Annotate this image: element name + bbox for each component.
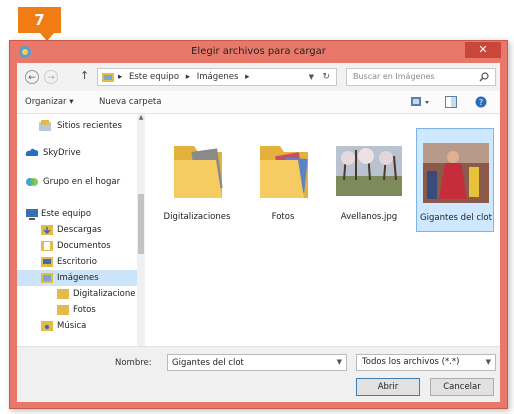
- sidebar-item-label: Grupo en el hogar: [43, 177, 121, 187]
- recent-places-icon: [39, 120, 51, 131]
- downloads-folder-icon: [41, 225, 53, 235]
- view-options-icon[interactable]: [411, 96, 431, 108]
- avellanos-photo-thumbnail: [336, 146, 402, 196]
- breadcrumb-este-equipo[interactable]: Este equipo: [129, 72, 179, 82]
- title-bar[interactable]: Elegir archivos para cargar ✕: [10, 41, 507, 63]
- dialog-footer: Nombre: ▼ Todos los archivos (*.*) ▼ Abr…: [17, 346, 500, 402]
- breadcrumb-separator: ▸: [118, 72, 123, 82]
- window-title: Elegir archivos para cargar: [191, 46, 326, 57]
- pictures-folder-icon: [102, 73, 114, 82]
- scroll-thumb[interactable]: [138, 194, 144, 254]
- open-button[interactable]: Abrir: [356, 378, 420, 396]
- photos-folder-thumbnail: [260, 146, 308, 198]
- command-toolbar: Organizar ▾ Nueva carpeta ?: [17, 91, 500, 114]
- file-type-value: Todos los archivos (*.*): [362, 357, 460, 367]
- sidebar-item-imagenes[interactable]: Imágenes: [17, 270, 137, 286]
- desktop-folder-icon: [41, 257, 53, 267]
- sidebar-item-skydrive[interactable]: SkyDrive: [17, 145, 137, 161]
- sidebar-item-recent-places[interactable]: Sitios recientes: [17, 118, 137, 134]
- file-item-fotos[interactable]: Fotos: [244, 128, 322, 232]
- forward-button[interactable]: →: [44, 70, 58, 84]
- scroll-up-icon[interactable]: ▲: [137, 114, 145, 122]
- filename-combobox[interactable]: ▼: [167, 354, 347, 371]
- documents-folder-icon: [41, 241, 53, 251]
- sidebar-item-fotos[interactable]: Fotos: [17, 302, 137, 318]
- folder-icon: [57, 289, 69, 299]
- preview-pane-icon[interactable]: [445, 96, 457, 108]
- navigation-pane: Sitios recientes SkyDrive Grupo en el ho…: [17, 114, 144, 346]
- file-name: Avellanos.jpg: [340, 212, 398, 222]
- homegroup-icon: [26, 178, 38, 186]
- close-button[interactable]: ✕: [465, 42, 501, 58]
- back-button[interactable]: ←: [25, 70, 39, 84]
- help-icon[interactable]: ?: [475, 96, 487, 108]
- organize-menu[interactable]: Organizar ▾: [25, 91, 74, 113]
- search-icon[interactable]: [479, 72, 489, 82]
- svg-text:?: ?: [479, 98, 483, 107]
- sidebar-item-label: Este equipo: [41, 209, 92, 219]
- sidebar-item-label: Música: [57, 321, 87, 331]
- file-name: Digitalizaciones: [163, 212, 231, 222]
- new-folder-button[interactable]: Nueva carpeta: [99, 91, 161, 113]
- scan-folder-thumbnail: [174, 146, 223, 198]
- step-number-badge: 7: [18, 7, 61, 33]
- sidebar-item-label: Fotos: [73, 305, 96, 315]
- folder-icon: [57, 305, 69, 315]
- refresh-icon[interactable]: ↻: [322, 69, 330, 85]
- file-name: Fotos: [271, 212, 295, 222]
- sidebar-item-label: Imágenes: [57, 273, 99, 283]
- sidebar-item-este-equipo[interactable]: Este equipo: [17, 206, 137, 222]
- file-list: Digitalizaciones Fotos Avellanos.jpg Gig…: [148, 114, 500, 346]
- sidebar-item-documentos[interactable]: Documentos: [17, 238, 137, 254]
- sidebar-item-label: Escritorio: [57, 257, 97, 267]
- breadcrumb-imagenes[interactable]: Imágenes: [197, 72, 239, 82]
- file-name: Gigantes del clot: [420, 213, 492, 223]
- file-item-avellanos[interactable]: Avellanos.jpg: [330, 128, 408, 232]
- up-button[interactable]: ↑: [80, 69, 89, 82]
- dialog-body: ← → ↑ ▸ Este equipo ▸ Imágenes ▸ ▼ ↻ Bus…: [17, 63, 500, 402]
- sidebar-item-descargas[interactable]: Descargas: [17, 222, 137, 238]
- computer-icon: [26, 209, 38, 220]
- sidebar-item-escritorio[interactable]: Escritorio: [17, 254, 137, 270]
- sidebar-item-label: Digitalizacione: [73, 289, 136, 299]
- file-item-gigantes-del-clot[interactable]: Gigantes del clot: [416, 128, 494, 232]
- cancel-button[interactable]: Cancelar: [430, 378, 494, 396]
- sidebar-item-musica[interactable]: Música: [17, 318, 137, 334]
- sidebar-item-label: Sitios recientes: [57, 121, 122, 131]
- search-box[interactable]: Buscar en Imágenes: [346, 68, 496, 86]
- address-bar: ← → ↑ ▸ Este equipo ▸ Imágenes ▸ ▼ ↻ Bus…: [17, 63, 500, 91]
- sidebar-item-homegroup[interactable]: Grupo en el hogar: [17, 174, 137, 190]
- search-placeholder: Buscar en Imágenes: [353, 72, 435, 81]
- file-item-digitalizaciones[interactable]: Digitalizaciones: [158, 128, 236, 232]
- chevron-down-icon[interactable]: ▼: [486, 355, 491, 370]
- history-dropdown-icon[interactable]: ▼: [309, 69, 314, 85]
- breadcrumb-separator: ▸: [185, 72, 191, 82]
- breadcrumb-separator: ▸: [245, 72, 250, 82]
- file-type-select[interactable]: Todos los archivos (*.*) ▼: [356, 354, 496, 371]
- pictures-folder-icon: [41, 273, 53, 283]
- sidebar-item-digitalizaciones[interactable]: Digitalizacione: [17, 286, 137, 302]
- gigantes-photo-thumbnail: [423, 143, 489, 203]
- file-open-dialog: Elegir archivos para cargar ✕ ← → ↑ ▸ Es…: [9, 40, 508, 409]
- filename-input[interactable]: [168, 355, 332, 370]
- skydrive-icon: [25, 148, 39, 156]
- path-box[interactable]: ▸ Este equipo ▸ Imágenes ▸ ▼ ↻: [97, 68, 337, 86]
- filename-label: Nombre:: [115, 358, 152, 368]
- sidebar-item-label: Documentos: [57, 241, 111, 251]
- music-folder-icon: [41, 321, 53, 331]
- sidebar-item-label: Descargas: [57, 225, 102, 235]
- breadcrumb: ▸ Este equipo ▸ Imágenes ▸: [118, 69, 253, 85]
- sidebar-item-label: SkyDrive: [43, 148, 81, 158]
- navigation-scrollbar[interactable]: ▲: [137, 114, 145, 346]
- chevron-down-icon[interactable]: ▼: [337, 355, 342, 370]
